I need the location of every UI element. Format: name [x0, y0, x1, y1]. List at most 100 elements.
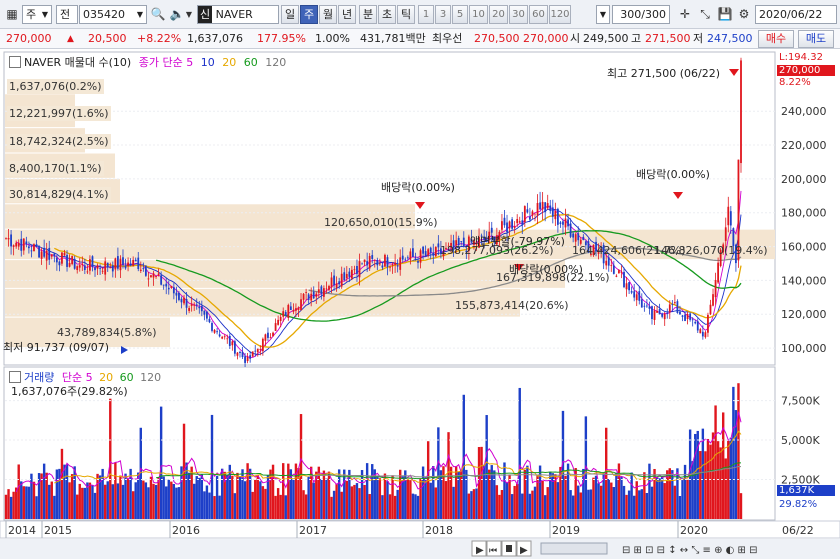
volume-bar: [482, 464, 486, 519]
expand-icon[interactable]: ⤡: [696, 5, 714, 24]
count-5[interactable]: 5: [452, 5, 468, 24]
count-20[interactable]: 20: [489, 5, 508, 24]
stock-name-field[interactable]: 신 NAVER: [197, 5, 279, 24]
gear-icon[interactable]: ⚙: [735, 5, 753, 24]
volume-bar: [521, 493, 524, 519]
save-icon[interactable]: 💾: [716, 5, 734, 24]
volume-bar: [386, 481, 389, 519]
volume-bar: [170, 481, 173, 519]
candle-body: [305, 292, 308, 293]
chevron-down-icon[interactable]: ▼: [183, 5, 195, 24]
code-input[interactable]: 035420 ▼: [79, 5, 147, 24]
volume-bar: [419, 478, 422, 519]
volume-bar: [78, 483, 81, 519]
volume-bar: [325, 478, 328, 519]
candle-body: [429, 247, 432, 253]
volume-bar: [645, 492, 649, 519]
volume-bar: [515, 483, 519, 519]
market-select[interactable]: 주 ▼: [22, 5, 52, 24]
buy-button[interactable]: 매수: [758, 30, 794, 48]
candle-body: [312, 291, 315, 299]
chevron-down-icon[interactable]: ▼: [596, 5, 610, 24]
candle-body: [333, 275, 335, 286]
candle-body: [671, 304, 674, 305]
legend-checkbox[interactable]: [9, 56, 21, 68]
period-day[interactable]: 일: [281, 5, 299, 24]
period-week[interactable]: 주: [300, 5, 318, 24]
candle-body: [91, 256, 94, 268]
candle-body: [277, 319, 280, 325]
volume-bar: [503, 462, 506, 519]
volume-bar: [231, 475, 234, 519]
volume-bar: [101, 468, 104, 519]
candle-body: [17, 242, 20, 247]
volume-bar: [218, 495, 221, 519]
volume-bar: [460, 469, 463, 519]
volume-bar: [363, 484, 366, 519]
volume-bar: [551, 473, 554, 519]
legend-checkbox[interactable]: [9, 371, 21, 383]
volume-bar: [457, 471, 460, 519]
volume-bar: [577, 485, 580, 519]
count-120[interactable]: 120: [549, 5, 571, 24]
crosshair-icon[interactable]: ✛: [676, 5, 694, 24]
candle-body: [529, 216, 531, 220]
candle-body: [66, 254, 68, 267]
candle-body: [124, 265, 127, 269]
bars-input[interactable]: 300/300: [612, 5, 670, 24]
candle-body: [699, 329, 702, 334]
count-30[interactable]: 30: [509, 5, 528, 24]
volume-bar: [48, 484, 51, 519]
volume-bar: [376, 475, 379, 519]
period-minute[interactable]: 분: [359, 5, 377, 24]
candle-body: [119, 258, 122, 271]
candle-body: [137, 257, 140, 270]
grid-icon[interactable]: ▦: [3, 5, 21, 24]
candle-body: [50, 254, 53, 257]
right-label: L:194.32: [779, 52, 823, 63]
candle-body: [638, 291, 641, 301]
candle-body: [338, 281, 341, 285]
volume-bar: [599, 485, 603, 519]
candle-body: [193, 304, 196, 306]
count-3[interactable]: 3: [435, 5, 451, 24]
volume-bar: [648, 463, 651, 519]
scroll-thumb[interactable]: [540, 542, 608, 555]
period-year[interactable]: 년: [338, 5, 356, 24]
volume-profile-label: 155,873,414(20.6%): [455, 299, 569, 312]
candle-body: [251, 351, 254, 357]
volume-bar: [589, 489, 593, 519]
bars-total: /300: [641, 8, 666, 21]
candle-body: [404, 259, 407, 261]
volume-bar: [42, 463, 46, 519]
period-month[interactable]: 월: [319, 5, 337, 24]
candle-body: [378, 263, 381, 265]
volume-bar: [388, 494, 392, 519]
candle-body: [516, 219, 519, 224]
volume-bar: [704, 451, 707, 519]
volume-bar: [96, 473, 99, 519]
sell-button[interactable]: 매도: [798, 30, 834, 48]
candle-body: [623, 271, 625, 288]
count-60[interactable]: 60: [529, 5, 548, 24]
count-1[interactable]: 1: [418, 5, 434, 24]
volume-bar: [434, 487, 438, 519]
drawing-tool-icons[interactable]: ⊟ ⊞ ⊡ ⊟ ↕ ↔ ⤡ ≡ ⊕ ◐ ⊞ ⊟: [622, 545, 757, 556]
volume-bar: [53, 495, 56, 519]
legend-series-name: NAVER 매물대 수(10): [24, 56, 132, 69]
candle-body: [328, 285, 330, 290]
volume-bar: [103, 484, 107, 519]
type-select[interactable]: 전: [56, 5, 78, 24]
volume-bar: [154, 484, 158, 519]
volume-bar: [592, 477, 595, 519]
search-icon[interactable]: 🔍: [149, 5, 167, 24]
volume-profile-label: 167,319,898(22.1%): [496, 271, 610, 284]
volume-bar: [248, 468, 252, 519]
chart-canvas[interactable]: 240,000 220,000 200,000 180,000 160,000 140,0…: [0, 49, 840, 559]
period-second[interactable]: 초: [378, 5, 396, 24]
candle-body: [48, 247, 51, 260]
count-10[interactable]: 10: [469, 5, 488, 24]
date-input[interactable]: 2020/06/22: [755, 5, 837, 24]
period-tick[interactable]: 틱: [397, 5, 415, 24]
candle-body: [686, 314, 689, 319]
